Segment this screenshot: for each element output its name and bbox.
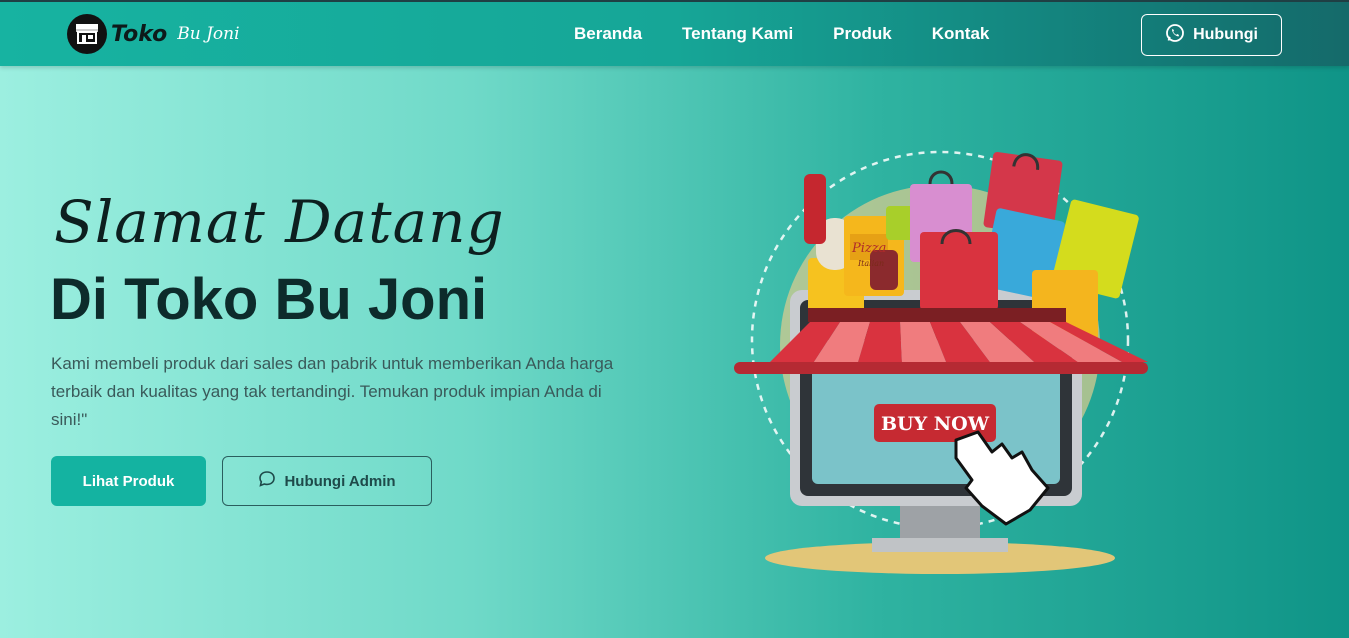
hero-description: Kami membeli produk dari sales dan pabri… — [51, 354, 614, 429]
navbar: Toko Bu Joni Beranda Tentang Kami Produk… — [0, 0, 1349, 66]
hubungi-admin-label: Hubungi Admin — [284, 472, 396, 490]
pizza-sub-label: Italian — [857, 259, 884, 268]
hero-script-title: Slamat Datang — [54, 188, 505, 256]
nav-links: Beranda Tentang Kami Produk Kontak — [574, 24, 989, 44]
hubungi-admin-button[interactable]: Hubungi Admin — [222, 456, 432, 506]
brand[interactable]: Toko Bu Joni — [67, 14, 240, 54]
shop-illustration: Pizza Italian BUY NOW — [720, 140, 1160, 580]
nav-link-produk[interactable]: Produk — [833, 24, 892, 44]
lihat-produk-button[interactable]: Lihat Produk — [51, 456, 206, 506]
nav-link-beranda[interactable]: Beranda — [574, 24, 642, 44]
hubungi-button[interactable]: Hubungi — [1141, 14, 1282, 56]
brand-name-script: Bu Joni — [177, 24, 240, 44]
hero-title: Di Toko Bu Joni — [50, 267, 488, 332]
whatsapp-icon — [1165, 23, 1185, 48]
hubungi-label: Hubungi — [1193, 26, 1258, 43]
nav-link-tentang-kami[interactable]: Tentang Kami — [682, 24, 793, 44]
storefront-icon — [67, 14, 107, 54]
chat-bubble-icon — [258, 470, 276, 492]
buy-now-label: BUY NOW — [881, 413, 990, 435]
pizza-label: Pizza — [851, 241, 886, 256]
brand-name: Toko — [111, 21, 168, 47]
nav-link-kontak[interactable]: Kontak — [932, 24, 990, 44]
